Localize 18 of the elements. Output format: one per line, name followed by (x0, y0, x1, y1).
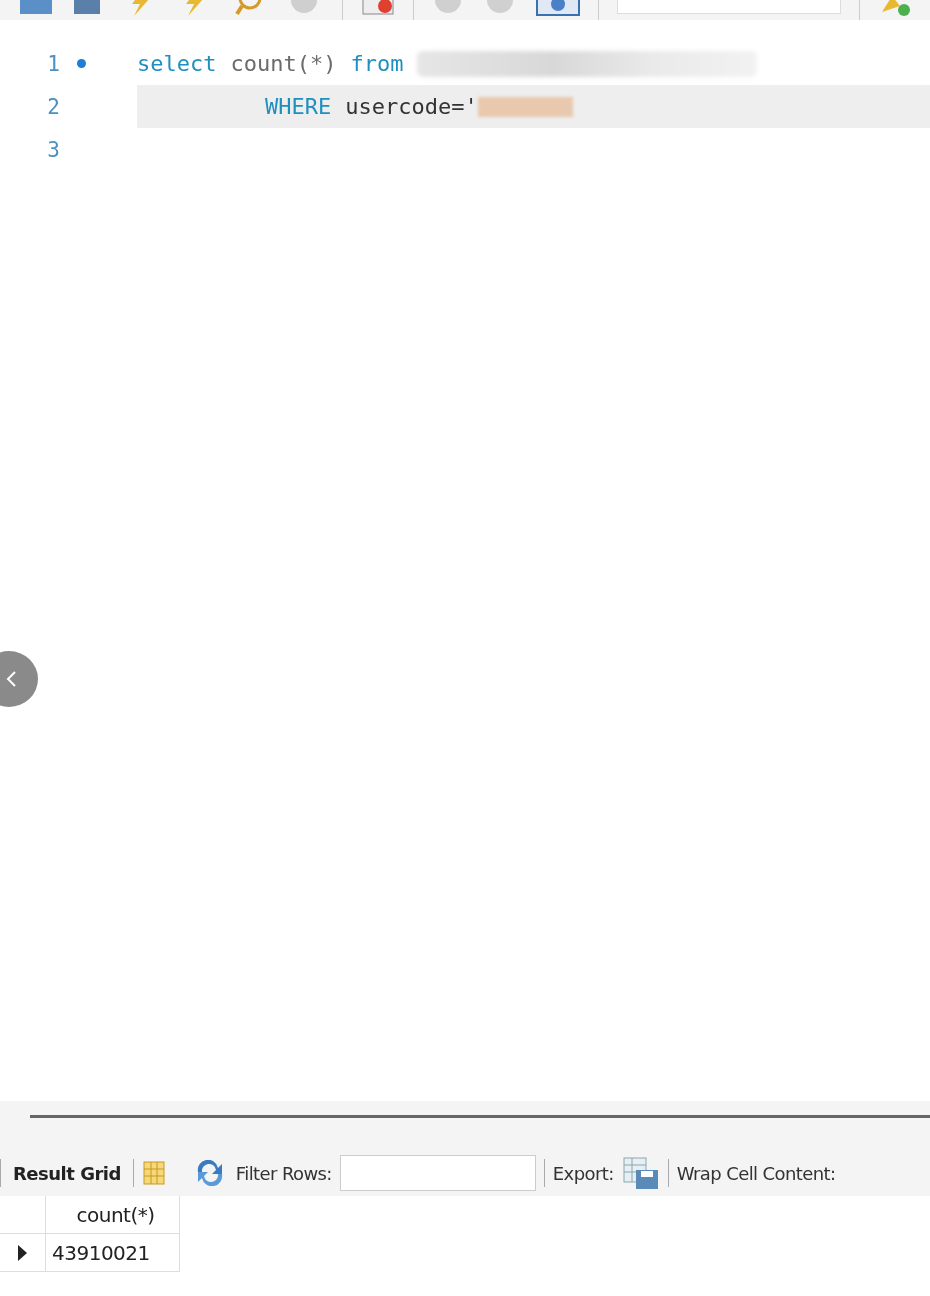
line-number: 3 (46, 137, 60, 162)
line-number: 1 (46, 51, 60, 76)
column-header[interactable]: count(*) (46, 1196, 180, 1234)
wrap-label: Wrap Cell Content: (676, 1162, 836, 1184)
sql-keyword: from (350, 51, 404, 76)
filter-rows-field[interactable] (339, 1155, 536, 1191)
line-number: 2 (46, 94, 60, 119)
sql-text: usercode=' (345, 94, 478, 119)
result-grid-tab[interactable]: Result Grid (9, 1162, 125, 1184)
sql-keyword: select (137, 51, 217, 76)
grid-icon[interactable] (141, 1160, 166, 1186)
table-cell: 43910021 (46, 1234, 180, 1272)
sql-function: count(*) (230, 51, 337, 76)
chevron-left-icon (6, 671, 16, 687)
export-label: Export: (552, 1162, 614, 1184)
export-icon[interactable] (621, 1156, 660, 1190)
sql-keyword: WHERE (265, 94, 332, 119)
filter-label: Filter Rows: (235, 1162, 332, 1184)
